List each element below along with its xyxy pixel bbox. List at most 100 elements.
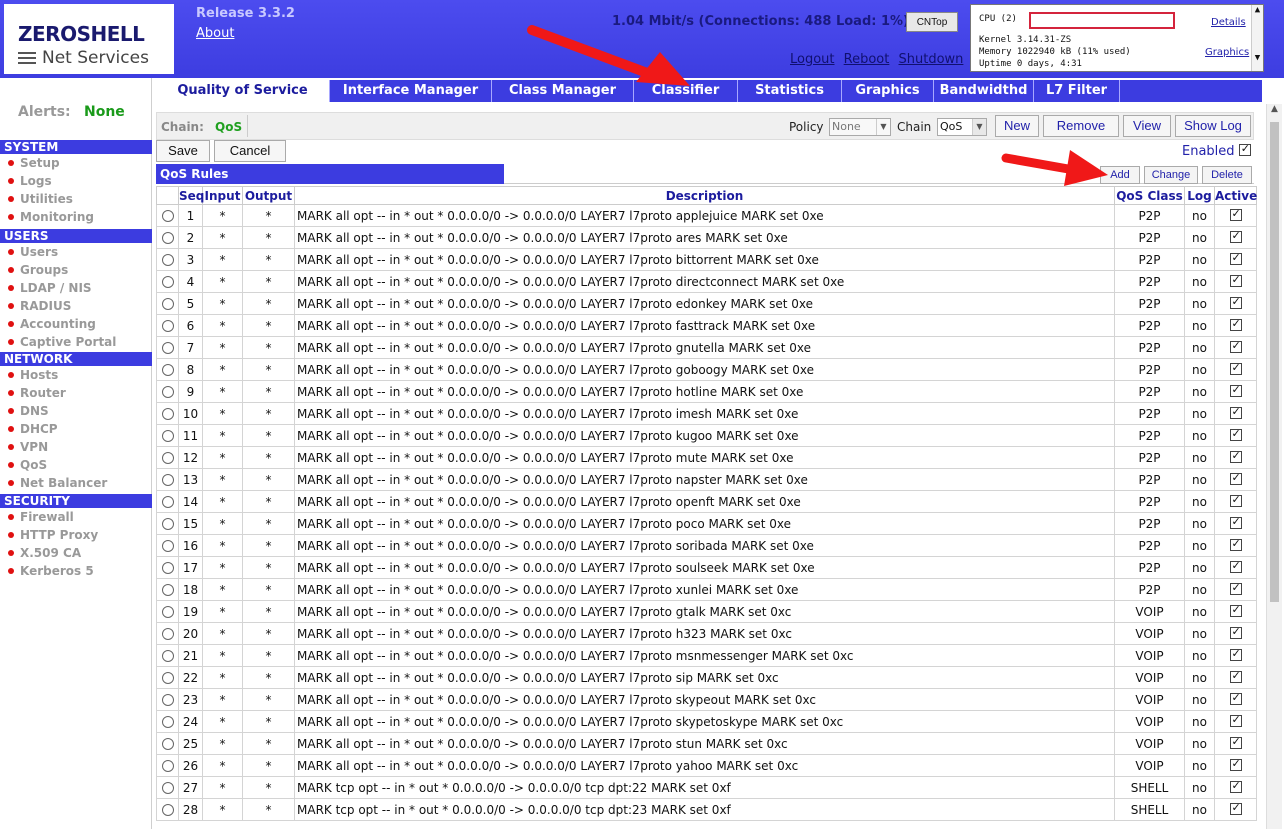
rule-active[interactable] bbox=[1214, 336, 1257, 359]
radio-icon[interactable] bbox=[161, 342, 174, 354]
change-rule-button[interactable]: Change bbox=[1144, 166, 1198, 184]
rule-active[interactable] bbox=[1214, 622, 1257, 645]
checkbox-icon[interactable] bbox=[1229, 449, 1242, 463]
table-row[interactable]: 6 * * MARK all opt -- in * out * 0.0.0.0/0 … bbox=[156, 314, 1257, 337]
tab-classifier[interactable]: Classifier bbox=[634, 80, 738, 102]
checkbox-icon[interactable] bbox=[1229, 515, 1242, 529]
table-row[interactable]: 27 * * MARK tcp opt -- in * out * 0.0.0.0/0… bbox=[156, 776, 1257, 799]
radio-icon[interactable] bbox=[161, 760, 174, 772]
checkbox-icon[interactable] bbox=[1229, 801, 1242, 815]
table-row[interactable]: 2 * * MARK all opt -- in * out * 0.0.0.0/0 … bbox=[156, 226, 1257, 249]
radio-icon[interactable] bbox=[161, 694, 174, 706]
sidebar-item-kerberos-5[interactable]: Kerberos 5 bbox=[8, 564, 94, 578]
chevron-up-icon[interactable]: ▲ bbox=[1267, 104, 1282, 118]
sidebar-item-net-balancer[interactable]: Net Balancer bbox=[8, 476, 107, 490]
details-link[interactable]: Details bbox=[1211, 17, 1246, 28]
rule-active[interactable] bbox=[1214, 534, 1257, 557]
rule-active[interactable] bbox=[1214, 666, 1257, 689]
rule-active[interactable] bbox=[1214, 754, 1257, 777]
row-select-radio[interactable] bbox=[156, 644, 179, 667]
view-button[interactable]: View bbox=[1123, 115, 1171, 137]
table-row[interactable]: 22 * * MARK all opt -- in * out * 0.0.0.0/0… bbox=[156, 666, 1257, 689]
enabled-toggle[interactable]: Enabled bbox=[1182, 142, 1251, 159]
checkbox-icon[interactable] bbox=[1229, 361, 1242, 375]
sidebar-item-http-proxy[interactable]: HTTP Proxy bbox=[8, 528, 98, 542]
radio-icon[interactable] bbox=[161, 716, 174, 728]
rule-active[interactable] bbox=[1214, 204, 1257, 227]
sidebar-item-users[interactable]: Users bbox=[8, 245, 58, 259]
table-row[interactable]: 14 * * MARK all opt -- in * out * 0.0.0.0/0… bbox=[156, 490, 1257, 513]
row-select-radio[interactable] bbox=[156, 402, 179, 425]
row-select-radio[interactable] bbox=[156, 710, 179, 733]
radio-icon[interactable] bbox=[161, 562, 174, 574]
graphics-link[interactable]: Graphics bbox=[1205, 47, 1249, 58]
row-select-radio[interactable] bbox=[156, 490, 179, 513]
checkbox-icon[interactable] bbox=[1229, 471, 1242, 485]
checkbox-icon[interactable] bbox=[1229, 735, 1242, 749]
radio-icon[interactable] bbox=[161, 628, 174, 640]
table-row[interactable]: 24 * * MARK all opt -- in * out * 0.0.0.0/0… bbox=[156, 710, 1257, 733]
table-row[interactable]: 8 * * MARK all opt -- in * out * 0.0.0.0/0 … bbox=[156, 358, 1257, 381]
table-row[interactable]: 21 * * MARK all opt -- in * out * 0.0.0.0/0… bbox=[156, 644, 1257, 667]
sidebar-item-router[interactable]: Router bbox=[8, 386, 66, 400]
radio-icon[interactable] bbox=[161, 386, 174, 398]
table-row[interactable]: 25 * * MARK all opt -- in * out * 0.0.0.0/0… bbox=[156, 732, 1257, 755]
checkbox-icon[interactable] bbox=[1229, 691, 1242, 705]
radio-icon[interactable] bbox=[161, 474, 174, 486]
chevron-down-icon[interactable]: ▼ bbox=[1252, 53, 1263, 63]
radio-icon[interactable] bbox=[161, 298, 174, 310]
rule-active[interactable] bbox=[1214, 776, 1257, 799]
tab-graphics[interactable]: Graphics bbox=[842, 80, 934, 102]
rule-active[interactable] bbox=[1214, 446, 1257, 469]
sidebar-item-radius[interactable]: RADIUS bbox=[8, 299, 71, 313]
rule-active[interactable] bbox=[1214, 732, 1257, 755]
radio-icon[interactable] bbox=[161, 518, 174, 530]
radio-icon[interactable] bbox=[161, 364, 174, 376]
radio-icon[interactable] bbox=[161, 782, 174, 794]
rule-active[interactable] bbox=[1214, 600, 1257, 623]
add-rule-button[interactable]: Add bbox=[1100, 166, 1140, 184]
row-select-radio[interactable] bbox=[156, 270, 179, 293]
checkbox-icon[interactable] bbox=[1229, 581, 1242, 595]
new-chain-button[interactable]: New bbox=[995, 115, 1039, 137]
checkbox-icon[interactable] bbox=[1229, 537, 1242, 551]
checkbox-icon[interactable] bbox=[1229, 229, 1242, 243]
checkbox-icon[interactable] bbox=[1229, 405, 1242, 419]
sidebar-item-logs[interactable]: Logs bbox=[8, 174, 52, 188]
row-select-radio[interactable] bbox=[156, 424, 179, 447]
rule-active[interactable] bbox=[1214, 688, 1257, 711]
reboot-link[interactable]: Reboot bbox=[844, 52, 890, 67]
row-select-radio[interactable] bbox=[156, 358, 179, 381]
rule-active[interactable] bbox=[1214, 798, 1257, 821]
table-row[interactable]: 12 * * MARK all opt -- in * out * 0.0.0.0/0… bbox=[156, 446, 1257, 469]
table-row[interactable]: 28 * * MARK tcp opt -- in * out * 0.0.0.0/0… bbox=[156, 798, 1257, 821]
table-row[interactable]: 10 * * MARK all opt -- in * out * 0.0.0.0/0… bbox=[156, 402, 1257, 425]
sidebar-item-utilities[interactable]: Utilities bbox=[8, 192, 73, 206]
row-select-radio[interactable] bbox=[156, 732, 179, 755]
radio-icon[interactable] bbox=[161, 452, 174, 464]
sidebar-item-qos[interactable]: QoS bbox=[8, 458, 47, 472]
table-row[interactable]: 26 * * MARK all opt -- in * out * 0.0.0.0/0… bbox=[156, 754, 1257, 777]
table-row[interactable]: 11 * * MARK all opt -- in * out * 0.0.0.0/0… bbox=[156, 424, 1257, 447]
radio-icon[interactable] bbox=[161, 320, 174, 332]
sidebar-item-hosts[interactable]: Hosts bbox=[8, 368, 58, 382]
sidebar-item-dns[interactable]: DNS bbox=[8, 404, 49, 418]
tab-class-manager[interactable]: Class Manager bbox=[492, 80, 634, 102]
cancel-button[interactable]: Cancel bbox=[214, 140, 286, 162]
sidebar-item-accounting[interactable]: Accounting bbox=[8, 317, 96, 331]
row-select-radio[interactable] bbox=[156, 688, 179, 711]
table-row[interactable]: 13 * * MARK all opt -- in * out * 0.0.0.0/0… bbox=[156, 468, 1257, 491]
sidebar-item-ldap-nis[interactable]: LDAP / NIS bbox=[8, 281, 92, 295]
table-row[interactable]: 5 * * MARK all opt -- in * out * 0.0.0.0/0 … bbox=[156, 292, 1257, 315]
table-row[interactable]: 17 * * MARK all opt -- in * out * 0.0.0.0/0… bbox=[156, 556, 1257, 579]
row-select-radio[interactable] bbox=[156, 380, 179, 403]
radio-icon[interactable] bbox=[161, 650, 174, 662]
row-select-radio[interactable] bbox=[156, 226, 179, 249]
radio-icon[interactable] bbox=[161, 672, 174, 684]
sysbox-scrollbar[interactable]: ▲ ▼ bbox=[1251, 5, 1263, 71]
radio-icon[interactable] bbox=[161, 496, 174, 508]
row-select-radio[interactable] bbox=[156, 556, 179, 579]
table-row[interactable]: 4 * * MARK all opt -- in * out * 0.0.0.0/0 … bbox=[156, 270, 1257, 293]
chevron-up-icon[interactable]: ▲ bbox=[1252, 5, 1263, 15]
radio-icon[interactable] bbox=[161, 606, 174, 618]
